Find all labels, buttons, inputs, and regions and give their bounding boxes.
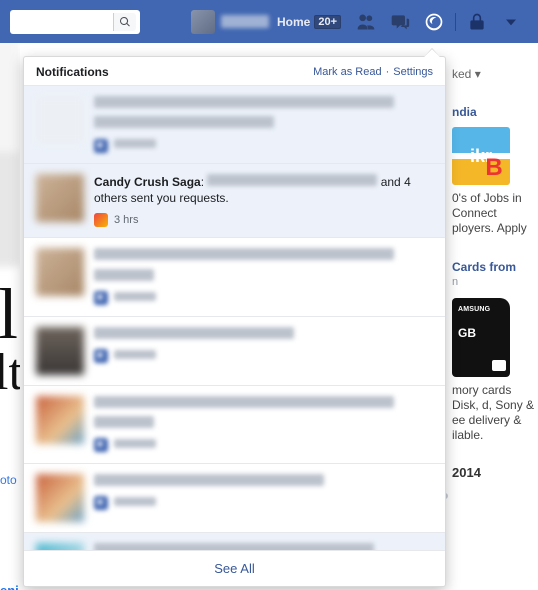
globe-icon xyxy=(94,438,108,452)
friend-requests-icon[interactable] xyxy=(355,11,377,33)
timeline-year[interactable]: 2014 xyxy=(452,465,538,480)
notification-item[interactable] xyxy=(24,237,445,315)
notification-item[interactable] xyxy=(24,85,445,163)
ad-text-1: 0's of Jobs in Connect ployers. Apply xyxy=(452,191,538,236)
ad-title-2[interactable]: Cards from xyxy=(452,260,538,274)
notification-item[interactable] xyxy=(24,463,445,532)
account-menu-caret-icon[interactable] xyxy=(500,11,522,33)
notification-avatar xyxy=(36,174,84,222)
privacy-lock-icon[interactable] xyxy=(466,11,488,33)
home-link[interactable]: Home 20+ xyxy=(277,15,341,29)
right-column: ked ▾ ndia ikr B 0's of Jobs in Connect … xyxy=(448,43,538,590)
see-all-link[interactable]: See All xyxy=(214,561,254,576)
profile-avatar[interactable] xyxy=(191,10,215,34)
notification-avatar xyxy=(36,474,84,522)
dropdown-title: Notifications xyxy=(36,65,109,79)
globe-icon xyxy=(94,139,108,153)
top-navbar: Home 20+ xyxy=(0,0,538,43)
story-name-fragment[interactable]: eni xyxy=(0,583,19,590)
ad-image-2[interactable]: AMSUNG GB xyxy=(452,298,510,377)
notification-time: 3 hrs xyxy=(114,213,138,228)
globe-icon xyxy=(94,291,108,305)
mark-as-read-link[interactable]: Mark as Read xyxy=(313,66,381,78)
ad-text-2: mory cards Disk, d, Sony & ee delivery &… xyxy=(452,383,538,443)
sponsored-fragment: ked ▾ xyxy=(452,67,538,81)
messages-icon[interactable] xyxy=(389,11,411,33)
ad-title-1[interactable]: ndia xyxy=(452,105,538,119)
profile-name[interactable] xyxy=(221,15,269,28)
profile-cover-fragment xyxy=(0,43,20,267)
dropdown-header: Notifications Mark as Read · Settings xyxy=(24,57,445,85)
notification-item[interactable] xyxy=(24,316,445,385)
ad-image-1[interactable]: ikr B xyxy=(452,127,510,185)
serif-letter-2: lt xyxy=(0,343,20,402)
notification-text: Candy Crush Saga: and 4 others sent you … xyxy=(94,175,411,205)
home-count-badge: 20+ xyxy=(314,15,341,29)
globe-icon xyxy=(94,496,108,510)
ad-domain-fragment: n xyxy=(452,276,538,288)
notifications-dropdown: Notifications Mark as Read · Settings Ca… xyxy=(23,56,446,587)
navbar-separator xyxy=(455,13,456,31)
notification-avatar xyxy=(36,543,84,550)
settings-caret-icon[interactable]: ▾ xyxy=(475,67,481,81)
notification-avatar xyxy=(36,248,84,296)
search-icon[interactable] xyxy=(113,13,136,31)
notification-list: Candy Crush Saga: and 4 others sent you … xyxy=(24,85,445,550)
notifications-icon[interactable] xyxy=(423,11,445,33)
notification-item[interactable]: Candy Crush Saga: and 4 others sent you … xyxy=(24,163,445,237)
dropdown-footer: See All xyxy=(24,550,445,586)
search-input[interactable] xyxy=(10,10,140,34)
notification-avatar xyxy=(36,396,84,444)
notification-settings-link[interactable]: Settings xyxy=(393,66,433,78)
notification-avatar xyxy=(36,96,84,144)
app-icon xyxy=(94,213,108,227)
notification-item[interactable] xyxy=(24,532,445,550)
left-column: l lt oto eni ago👥 xyxy=(0,43,20,590)
add-photo-link[interactable]: oto xyxy=(0,473,17,487)
notification-avatar xyxy=(36,327,84,375)
globe-icon xyxy=(94,349,108,363)
notification-item[interactable] xyxy=(24,385,445,463)
